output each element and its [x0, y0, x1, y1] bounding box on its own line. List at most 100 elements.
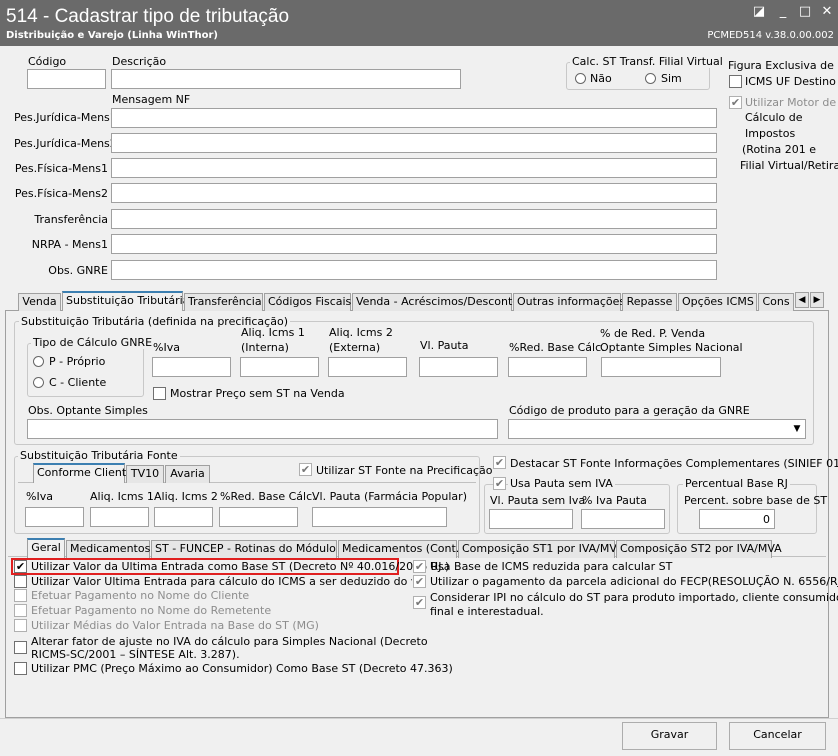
alterar-fator-label-2: RICMS-SC/2001 – SÍNTESE Alt. 3.287).	[31, 648, 240, 661]
calc-st-nao-radio[interactable]	[575, 73, 586, 84]
msg-label-pf1: Pes.Física-Mens1	[14, 162, 108, 175]
pmc-label: Utilizar PMC (Preço Máximo ao Consumidor…	[31, 662, 453, 675]
base-icms-reduzida-checkbox[interactable]: ✔	[413, 560, 426, 573]
st-fonte-title: Substituição Tributária Fonte	[18, 449, 180, 462]
tab-tv10[interactable]: TV10	[126, 465, 164, 483]
msg-label-pj2: Pes.Jurídica-Mens2	[14, 137, 117, 150]
tab-composicao-st1[interactable]: Composição ST1 por IVA/MVA	[458, 540, 624, 558]
fonte-aliq1-input[interactable]	[90, 507, 149, 527]
tab-conforme-cliente[interactable]: Conforme Cliente	[33, 463, 133, 483]
pmc-checkbox[interactable]	[14, 662, 27, 675]
calc-st-nao-label: Não	[590, 72, 612, 85]
gravar-button[interactable]: Gravar	[622, 722, 717, 750]
pagamento-cliente-checkbox[interactable]	[14, 589, 27, 602]
st-aliq-int-input[interactable]	[240, 357, 319, 377]
pauta-iva-input[interactable]	[581, 509, 665, 529]
calc-st-sim-label: Sim	[661, 72, 682, 85]
cod-gnre-label: Código de produto para a geração da GNRE	[509, 404, 750, 417]
msg-label-pj1: Pes.Jurídica-Mens1	[14, 111, 117, 124]
st-vl-pauta-input[interactable]	[419, 357, 498, 377]
icms-uf-destino-label: ICMS UF Destino	[745, 75, 836, 88]
fonte-red-input[interactable]	[219, 507, 298, 527]
msg-label-pf2: Pes.Física-Mens2	[14, 187, 108, 200]
percentual-value: 0	[763, 513, 770, 526]
percentual-input[interactable]: 0	[699, 509, 775, 529]
pauta-vl-input[interactable]	[489, 509, 573, 529]
ipi-label-1: Considerar IPI no cálculo do ST para pro…	[430, 591, 838, 604]
msg-input-pf2[interactable]	[111, 183, 717, 203]
pagamento-remetente-checkbox[interactable]	[14, 604, 27, 617]
tab-repasse[interactable]: Repasse	[622, 293, 677, 311]
msg-input-pj2[interactable]	[111, 133, 717, 153]
tab-composicao-st2[interactable]: Composição ST2 por IVA/MVA	[616, 540, 782, 558]
tab-avaria[interactable]: Avaria	[165, 465, 210, 483]
st-red-base-input[interactable]	[508, 357, 587, 377]
tab-codigos-fiscais[interactable]: Códigos Fiscais	[264, 293, 351, 311]
chevron-down-icon[interactable]: ▼	[789, 420, 805, 438]
ipi-checkbox[interactable]: ✔	[413, 596, 426, 609]
tab-outras-informacoes[interactable]: Outras informações	[513, 293, 625, 311]
tab-transferencia[interactable]: Transferência	[184, 293, 263, 311]
minimize-button[interactable]: _	[774, 4, 792, 20]
percentual-title: Percentual Base RJ	[683, 477, 790, 490]
calc-st-sim-radio[interactable]	[645, 73, 656, 84]
ultima-entrada-icms-label: Utilizar Valor Ultima Entrada para cálcu…	[31, 575, 412, 588]
medias-entrada-checkbox[interactable]	[14, 619, 27, 632]
tipo-calc-c-radio[interactable]	[33, 377, 44, 388]
tipo-calc-title: Tipo de Cálculo GNRE	[31, 336, 155, 349]
fonte-aliq1-label: Aliq. Icms 1	[90, 490, 154, 503]
cancelar-button[interactable]: Cancelar	[729, 722, 826, 750]
destacar-checkbox[interactable]: ✔	[493, 456, 506, 469]
st-aliq-ext-input[interactable]	[328, 357, 407, 377]
fonte-aliq2-input[interactable]	[154, 507, 213, 527]
tab-scroll-right-icon[interactable]: ▶	[810, 292, 824, 308]
base-icms-reduzida-label: Usa Base de ICMS reduzida para calcular …	[430, 560, 673, 573]
msg-input-pj1[interactable]	[111, 108, 717, 128]
codigo-input[interactable]	[27, 69, 106, 89]
tab-venda[interactable]: Venda	[18, 293, 61, 311]
alterar-fator-checkbox[interactable]	[14, 641, 27, 654]
motor-checkbox[interactable]: ✔	[729, 96, 742, 109]
fonte-vl-pauta-label: Vl. Pauta (Farmácia Popular)	[312, 490, 467, 503]
msg-input-gnre[interactable]	[111, 260, 717, 280]
ultima-entrada-checkbox[interactable]: ✔	[14, 560, 27, 573]
medias-entrada-label: Utilizar Médias do Valor Entrada na Base…	[31, 619, 319, 632]
icms-uf-destino-checkbox[interactable]	[729, 75, 742, 88]
pagamento-remetente-label: Efetuar Pagamento no Nome do Remetente	[31, 604, 272, 617]
tab-cons[interactable]: Cons	[758, 293, 794, 311]
tab-venda-acrescimos[interactable]: Venda - Acréscimos/Descontos	[352, 293, 525, 311]
tab-st-funcep[interactable]: ST - FUNCEP - Rotinas do Módulo 23	[151, 540, 353, 558]
utilizar-st-fonte-checkbox[interactable]: ✔	[299, 463, 312, 476]
st-iva-input[interactable]	[152, 357, 231, 377]
mostrar-preco-checkbox[interactable]	[153, 387, 166, 400]
tipo-calc-p-radio[interactable]	[33, 356, 44, 367]
descricao-input[interactable]	[111, 69, 461, 89]
mostrar-preco-label: Mostrar Preço sem ST na Venda	[170, 387, 345, 400]
tab-medicamentos[interactable]: Medicamentos	[66, 540, 150, 558]
pauta-vl-label: Vl. Pauta sem Iva	[490, 494, 586, 507]
restore-icon[interactable]: ◪	[750, 4, 768, 20]
msg-label-gnre: Obs. GNRE	[48, 264, 108, 277]
tab-geral[interactable]: Geral	[27, 538, 65, 558]
obs-optante-input[interactable]	[27, 419, 498, 439]
fecp-checkbox[interactable]: ✔	[413, 575, 426, 588]
msg-input-nrpa[interactable]	[111, 234, 717, 254]
tab-medicamentos-cont[interactable]: Medicamentos (Cont.)	[338, 540, 464, 558]
cod-gnre-select[interactable]: ▼	[508, 419, 806, 439]
tab-scroll-left-icon[interactable]: ◀	[795, 292, 809, 308]
fonte-iva-input[interactable]	[25, 507, 84, 527]
st-aliq-ext-label-2: (Externa)	[329, 341, 381, 354]
st-red-venda-input[interactable]	[601, 357, 721, 377]
st-iva-label: %Iva	[153, 341, 180, 354]
tab-substituicao-tributaria[interactable]: Substituição Tributária	[62, 291, 189, 311]
close-button[interactable]: ✕	[818, 4, 836, 20]
fonte-vl-pauta-input[interactable]	[312, 507, 447, 527]
ultima-entrada-icms-checkbox[interactable]	[14, 575, 27, 588]
version-label: PCMED514 v.38.0.00.002	[707, 30, 834, 41]
msg-input-pf1[interactable]	[111, 158, 717, 178]
maximize-button[interactable]: □	[796, 4, 814, 20]
msg-input-transf[interactable]	[111, 209, 717, 229]
tab-opcoes-icms[interactable]: Opções ICMS	[678, 293, 757, 311]
pauta-checkbox[interactable]: ✔	[493, 477, 506, 490]
title-bar: 514 - Cadastrar tipo de tributação Distr…	[0, 0, 838, 46]
